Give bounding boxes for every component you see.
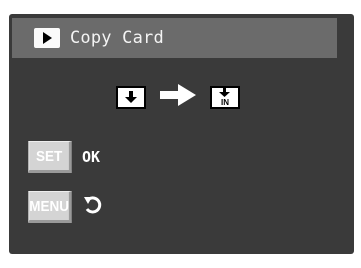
card-in-icon: IN [210,85,240,109]
card-download-icon [116,85,146,109]
play-arrow-icon [34,28,60,48]
set-row[interactable]: SET OK [26,141,100,173]
svg-text:IN: IN [221,98,229,106]
ok-label: OK [82,148,101,166]
page-title: Copy Card [70,28,164,48]
set-key-badge[interactable]: SET [28,141,72,173]
title-bar: Copy Card [12,18,337,58]
right-arrow-icon [160,84,196,110]
menu-key-badge[interactable]: MENU [28,191,72,223]
undo-icon [82,194,104,220]
menu-row[interactable]: MENU [26,191,104,223]
transfer-graphic: IN [116,84,240,110]
